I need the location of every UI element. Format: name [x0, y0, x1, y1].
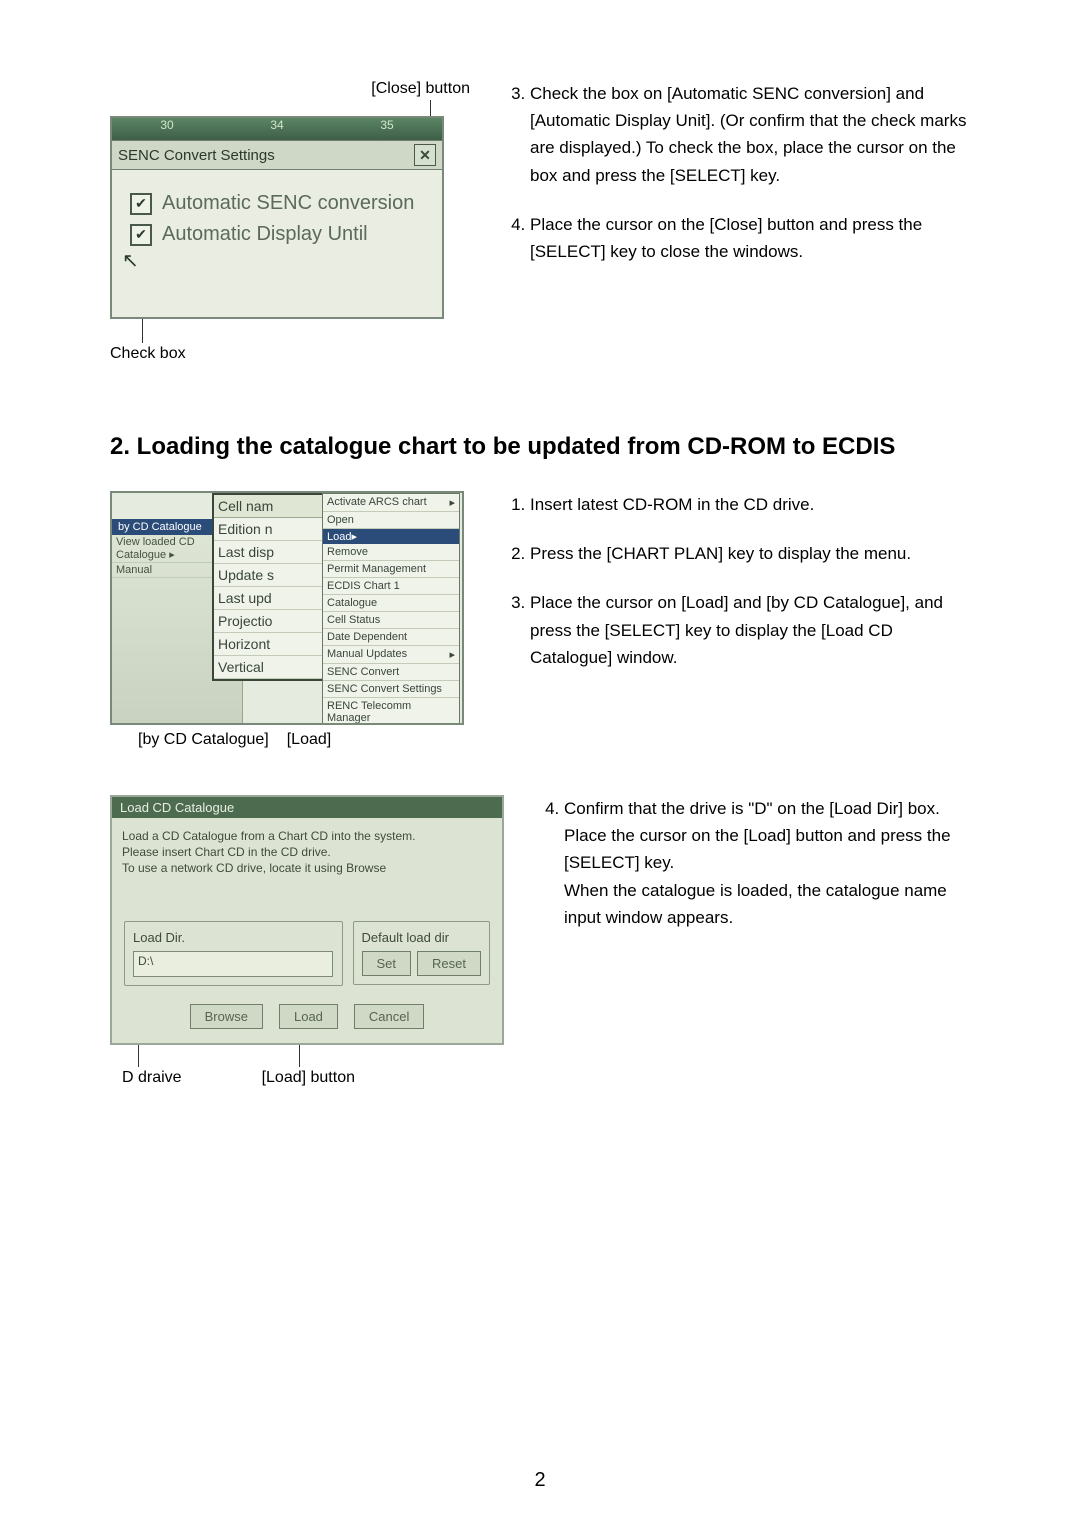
page-number: 2	[0, 1469, 1080, 1492]
fig-load-cd: Load CD Catalogue Load a CD Catalogue fr…	[110, 795, 504, 1045]
fig-menu: by CD Catalogue View loaded CD Catalogue…	[110, 491, 464, 725]
menu-mid-item: Update s	[214, 564, 324, 587]
step-b2: Press the [CHART PLAN] key to display th…	[530, 540, 970, 567]
load-dir-label: Load Dir.	[133, 930, 334, 945]
callout-line	[430, 100, 431, 116]
menu-mid-item: Last disp	[214, 541, 324, 564]
ruler-mark: 30	[112, 118, 222, 140]
step-b3: Place the cursor on [Load] and [by CD Ca…	[530, 589, 970, 671]
steps-bottom: Confirm that the drive is "D" on the [Lo…	[544, 795, 970, 931]
cursor-icon: ↖	[122, 248, 424, 273]
fig2-caption-right: [Load]	[287, 731, 331, 749]
load-button[interactable]: Load	[279, 1004, 338, 1029]
callout-close-label: [Close] button	[110, 80, 470, 98]
label-auto-senc: Automatic SENC conversion	[162, 192, 414, 215]
menu-right-item[interactable]: SENC Convert	[323, 664, 459, 681]
menu-right-item[interactable]: SENC Convert Settings	[323, 681, 459, 698]
load-cd-msg2: Please insert Chart CD in the CD drive.	[122, 844, 492, 860]
menu-right-selected[interactable]: Load▸	[323, 529, 459, 544]
default-dir-label: Default load dir	[362, 930, 481, 945]
chevron-right-icon: ▸	[449, 496, 455, 509]
menu-right-item[interactable]: Activate ARCS chart▸	[323, 494, 459, 512]
fig-senc-settings: 30 34 35 SENC Convert Settings ✕ ✔ Autom…	[110, 116, 444, 319]
menu-right-item[interactable]: Manual Updates▸	[323, 646, 459, 664]
menu-mid-item: Vertical	[214, 656, 324, 679]
menu-mid-item: Horizont	[214, 633, 324, 656]
callout-checkbox-label: Check box	[110, 345, 470, 363]
callout-line	[138, 1045, 139, 1067]
menu-right-item[interactable]: ECDIS Chart 1	[323, 578, 459, 595]
chevron-right-icon: ▸	[351, 531, 357, 543]
ruler-mark: 35	[332, 118, 442, 140]
load-dir-group: Load Dir. D:\	[124, 921, 343, 986]
load-cd-msg1: Load a CD Catalogue from a Chart CD into…	[122, 828, 492, 844]
menu-right-item[interactable]: Open	[323, 512, 459, 529]
menu-right-item[interactable]: Date Dependent	[323, 629, 459, 646]
load-cd-title: Load CD Catalogue	[112, 797, 502, 818]
steps-mid: Insert latest CD-ROM in the CD drive. Pr…	[510, 491, 970, 671]
set-button[interactable]: Set	[362, 951, 412, 976]
callout-line	[299, 1045, 300, 1067]
menu-mid-panel: Cell nam Edition nLast dispUpdate sLast …	[212, 493, 326, 681]
default-dir-group: Default load dir Set Reset	[353, 921, 490, 985]
steps-top: Check the box on [Automatic SENC convers…	[510, 80, 970, 265]
checkbox-auto-display[interactable]: ✔	[130, 224, 152, 246]
menu-mid-header: Cell nam	[214, 495, 324, 518]
menu-right-panel: Activate ARCS chart▸OpenLoad▸RemovePermi…	[322, 493, 460, 725]
ruler: 30 34 35	[112, 118, 442, 140]
menu-mid-item: Last upd	[214, 587, 324, 610]
menu-right-item[interactable]: Cell Status	[323, 612, 459, 629]
callout-line	[142, 319, 143, 343]
step-b1: Insert latest CD-ROM in the CD drive.	[530, 491, 970, 518]
load-dir-input[interactable]: D:\	[133, 951, 333, 977]
fig2-caption-left: [by CD Catalogue]	[138, 731, 269, 749]
menu-right-item[interactable]: RENC Telecomm Manager	[323, 698, 459, 725]
menu-right-item[interactable]: Remove	[323, 544, 459, 561]
load-cd-msg: Load a CD Catalogue from a Chart CD into…	[112, 818, 502, 911]
senc-titlebar: SENC Convert Settings ✕	[112, 140, 442, 170]
reset-button[interactable]: Reset	[417, 951, 481, 976]
senc-title: SENC Convert Settings	[118, 147, 275, 164]
section2-heading: 2. Loading the catalogue chart to be upd…	[110, 433, 970, 461]
menu-mid-item: Projectio	[214, 610, 324, 633]
step-c4: Confirm that the drive is "D" on the [Lo…	[564, 795, 970, 931]
menu-right-item[interactable]: Catalogue	[323, 595, 459, 612]
step-4: Place the cursor on the [Close] button a…	[530, 211, 970, 265]
close-button[interactable]: ✕	[414, 144, 436, 166]
checkbox-auto-senc[interactable]: ✔	[130, 193, 152, 215]
menu-mid-item: Edition n	[214, 518, 324, 541]
fig3-caption-right: [Load] button	[262, 1069, 355, 1087]
load-cd-msg3: To use a network CD drive, locate it usi…	[122, 860, 492, 876]
browse-button[interactable]: Browse	[190, 1004, 263, 1029]
label-auto-display: Automatic Display Until	[162, 223, 368, 246]
menu-right-item[interactable]: Permit Management	[323, 561, 459, 578]
ruler-mark: 34	[222, 118, 332, 140]
chevron-right-icon: ▸	[449, 648, 455, 661]
step-3: Check the box on [Automatic SENC convers…	[530, 80, 970, 189]
cancel-button[interactable]: Cancel	[354, 1004, 424, 1029]
fig3-caption-left: D draive	[122, 1069, 182, 1087]
